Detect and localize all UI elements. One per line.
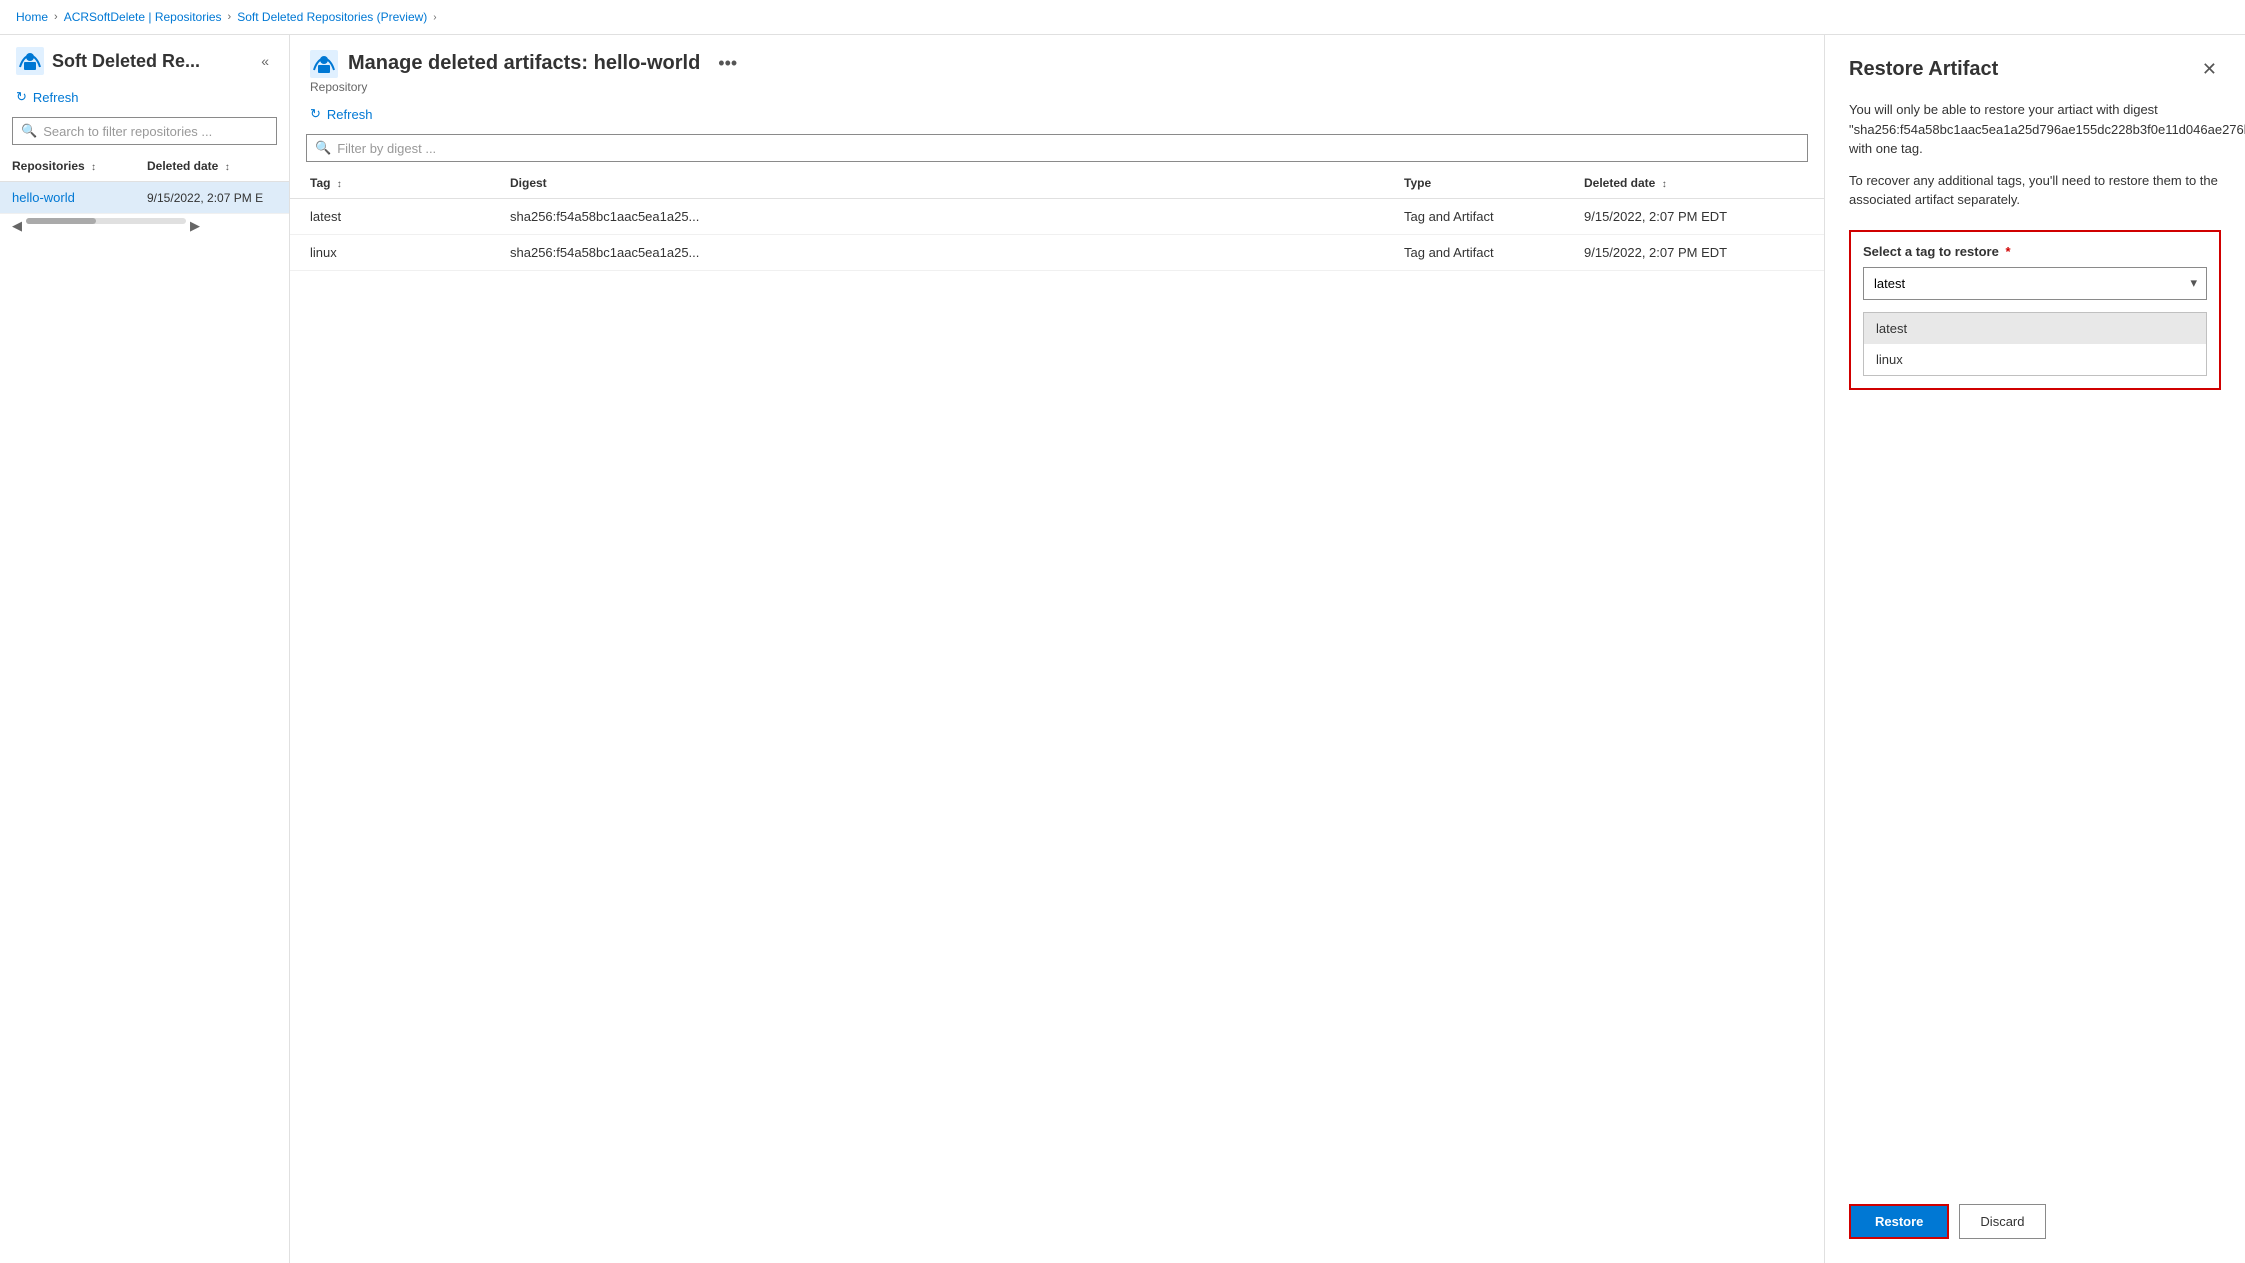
artifacts-table-header: Tag ↕ Digest Type Deleted date ↕ [290, 168, 1824, 199]
artifact-type-0: Tag and Artifact [1404, 209, 1584, 224]
left-panel-header: Soft Deleted Re... « [0, 35, 289, 83]
center-title-row: Manage deleted artifacts: hello-world ••… [310, 49, 745, 78]
ellipsis-button[interactable]: ••• [710, 49, 745, 78]
restore-description-2: To recover any additional tags, you'll n… [1849, 171, 2221, 210]
right-panel-title: Restore Artifact [1849, 58, 1998, 81]
center-acr-icon [310, 50, 338, 78]
repo-row-0[interactable]: hello-world 9/15/2022, 2:07 PM E [0, 182, 289, 214]
right-panel: Restore Artifact ✕ You will only be able… [1825, 35, 2245, 1263]
artifact-row-1[interactable]: linux sha256:f54a58bc1aac5ea1a25... Tag … [290, 235, 1824, 271]
tag-select-wrapper: latest linux ▾ [1863, 267, 2207, 300]
breadcrumb-sep1: › [54, 11, 58, 23]
refresh-icon: ↻ [16, 89, 27, 105]
artifact-row-0[interactable]: latest sha256:f54a58bc1aac5ea1a25... Tag… [290, 199, 1824, 235]
center-panel-subtitle: Repository [310, 80, 745, 94]
col-header-type: Type [1404, 176, 1584, 190]
col-header-deleted-date: Deleted date ↕ [1584, 176, 1804, 190]
breadcrumb: Home › ACRSoftDelete | Repositories › So… [0, 0, 2245, 35]
tag-select[interactable]: latest linux [1863, 267, 2207, 300]
restore-description-1: You will only be able to restore your ar… [1849, 100, 2221, 159]
main-container: Soft Deleted Re... « ↻ Refresh 🔍 Reposit… [0, 35, 2245, 1263]
left-refresh-button[interactable]: ↻ Refresh [0, 83, 289, 111]
right-panel-footer: Restore Discard [1849, 1204, 2221, 1239]
scroll-left-arrow[interactable]: ◀ [12, 218, 22, 234]
acr-icon [16, 47, 44, 75]
repo-date-0: 9/15/2022, 2:07 PM E [147, 191, 277, 205]
center-title-area: Manage deleted artifacts: hello-world ••… [310, 49, 745, 94]
restore-button[interactable]: Restore [1849, 1204, 1949, 1239]
close-button[interactable]: ✕ [2198, 55, 2221, 84]
center-refresh-icon: ↻ [310, 106, 321, 122]
scroll-right-arrow[interactable]: ▶ [190, 218, 200, 234]
breadcrumb-sep2: › [228, 11, 232, 23]
breadcrumb-home[interactable]: Home [16, 10, 48, 24]
scrollbar-thumb[interactable] [26, 218, 96, 224]
center-panel-title: Manage deleted artifacts: hello-world [348, 52, 700, 75]
scrollbar-track [26, 218, 186, 224]
col-header-repo: Repositories ↕ [12, 159, 147, 173]
search-icon: 🔍 [21, 123, 37, 139]
dropdown-item-linux[interactable]: linux [1864, 344, 2206, 375]
left-panel-title-group: Soft Deleted Re... [16, 47, 200, 75]
center-panel-header: Manage deleted artifacts: hello-world ••… [290, 35, 1824, 100]
filter-search-icon: 🔍 [315, 140, 331, 156]
artifact-digest-0: sha256:f54a58bc1aac5ea1a25... [510, 209, 1404, 224]
center-panel: Manage deleted artifacts: hello-world ••… [290, 35, 1825, 1263]
left-panel-title: Soft Deleted Re... [52, 51, 200, 72]
artifact-date-0: 9/15/2022, 2:07 PM EDT [1584, 209, 1804, 224]
tag-dropdown-list: latest linux [1863, 312, 2207, 376]
artifacts-table: Tag ↕ Digest Type Deleted date ↕ latest … [290, 168, 1824, 1263]
discard-button[interactable]: Discard [1959, 1204, 2045, 1239]
scroll-indicator: ◀ ▶ [0, 214, 289, 238]
digest-filter-box: 🔍 [306, 134, 1808, 162]
right-panel-header: Restore Artifact ✕ [1849, 55, 2221, 84]
artifact-tag-1: linux [310, 245, 510, 260]
collapse-button[interactable]: « [257, 49, 273, 73]
required-indicator: * [2005, 244, 2010, 259]
col-header-digest: Digest [510, 176, 1404, 190]
sort-tag-icon[interactable]: ↕ [337, 179, 342, 190]
repo-search-box: 🔍 [12, 117, 277, 145]
sort-date-icon[interactable]: ↕ [225, 162, 230, 173]
artifact-date-1: 9/15/2022, 2:07 PM EDT [1584, 245, 1804, 260]
digest-filter-input[interactable] [337, 141, 1799, 156]
artifact-digest-1: sha256:f54a58bc1aac5ea1a25... [510, 245, 1404, 260]
left-refresh-label: Refresh [33, 90, 79, 105]
left-table-header: Repositories ↕ Deleted date ↕ [0, 151, 289, 182]
restore-form-box: Select a tag to restore * latest linux ▾… [1849, 230, 2221, 390]
breadcrumb-registry[interactable]: ACRSoftDelete | Repositories [64, 10, 222, 24]
artifact-type-1: Tag and Artifact [1404, 245, 1584, 260]
artifact-tag-0: latest [310, 209, 510, 224]
col-header-tag: Tag ↕ [310, 176, 510, 190]
dropdown-item-latest[interactable]: latest [1864, 313, 2206, 344]
search-input[interactable] [43, 124, 268, 139]
center-refresh-label: Refresh [327, 107, 373, 122]
center-refresh-button[interactable]: ↻ Refresh [290, 100, 1824, 128]
breadcrumb-chevron: › [433, 12, 436, 23]
sort-deldate-icon[interactable]: ↕ [1662, 179, 1667, 190]
left-panel: Soft Deleted Re... « ↻ Refresh 🔍 Reposit… [0, 35, 290, 1263]
breadcrumb-page[interactable]: Soft Deleted Repositories (Preview) [237, 10, 427, 24]
col-header-date: Deleted date ↕ [147, 159, 277, 173]
repo-name-0: hello-world [12, 190, 75, 205]
tag-field-label: Select a tag to restore * [1863, 244, 2207, 259]
sort-repo-icon[interactable]: ↕ [91, 162, 96, 173]
